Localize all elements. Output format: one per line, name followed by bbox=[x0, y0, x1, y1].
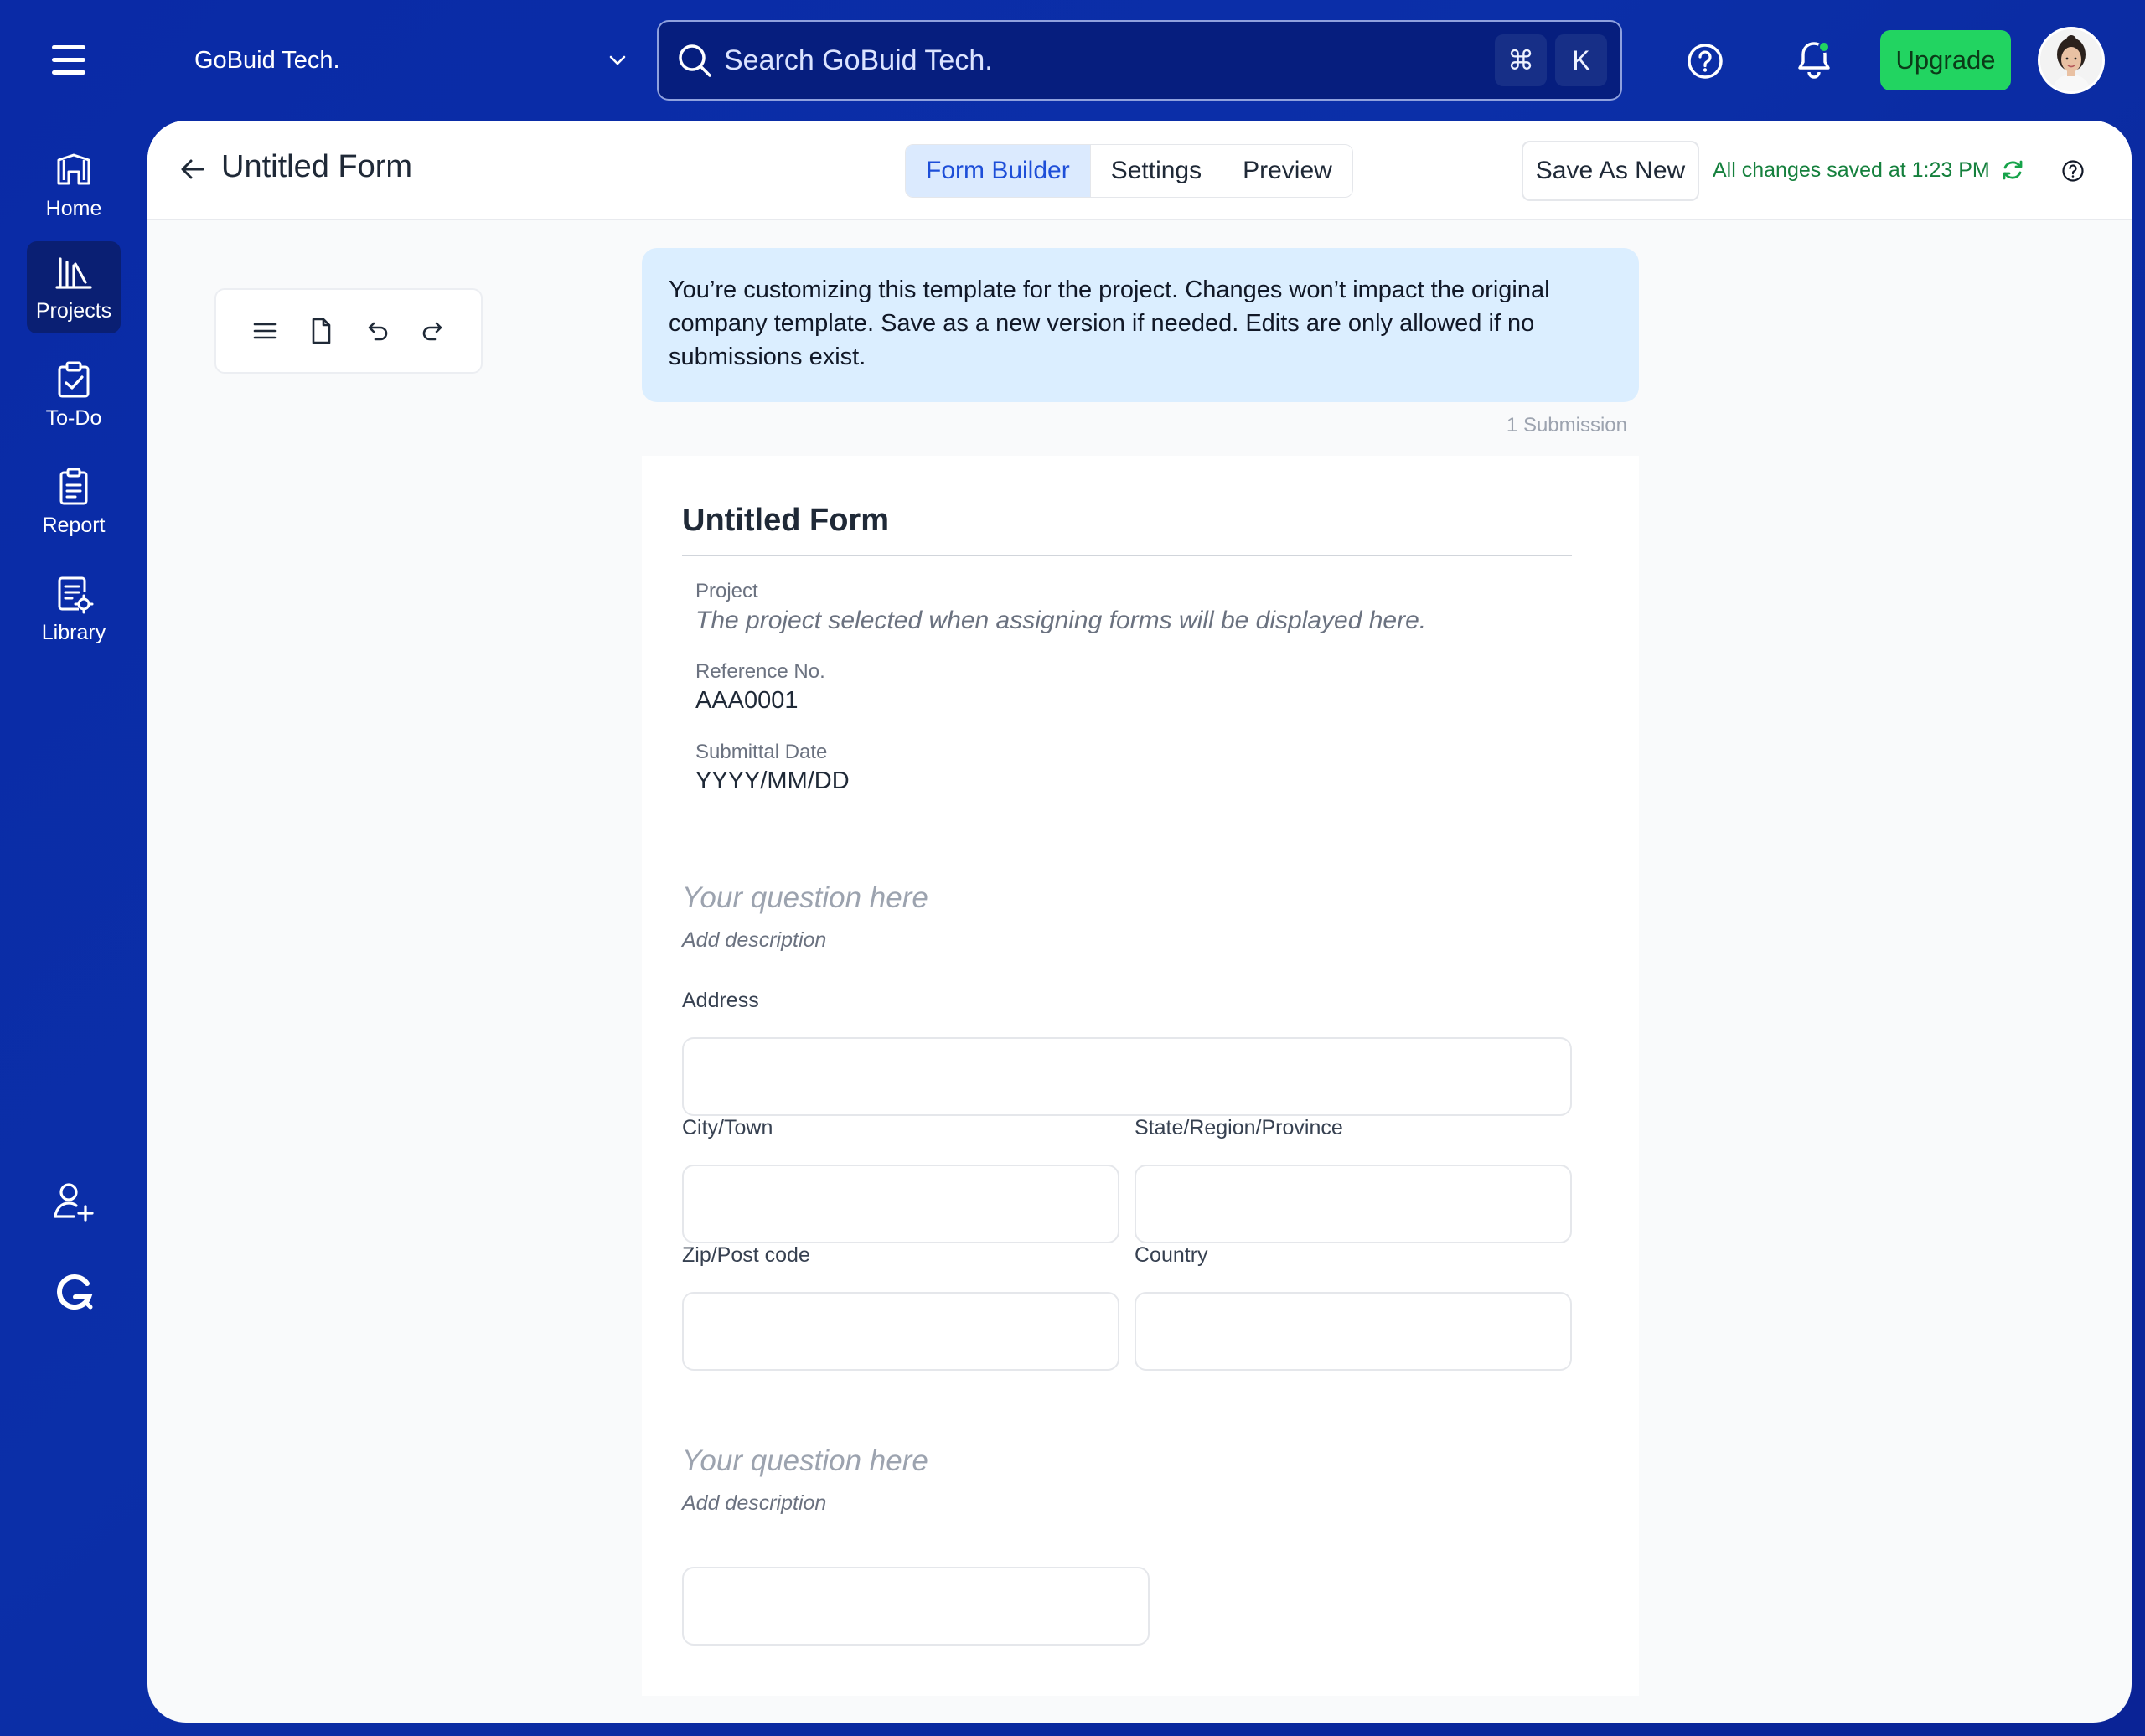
todo-icon bbox=[54, 359, 94, 400]
country-label: Country bbox=[1135, 1243, 1208, 1267]
tab-settings[interactable]: Settings bbox=[1091, 145, 1223, 197]
projects-icon bbox=[54, 252, 94, 292]
search-placeholder: Search GoBuid Tech. bbox=[724, 44, 993, 76]
search-input[interactable]: Search GoBuid Tech. ⌘ K bbox=[657, 20, 1622, 101]
left-navigation: Home Projects To-Do Report Library bbox=[0, 121, 147, 1736]
builder-toolbar bbox=[214, 288, 483, 374]
nav-item-library[interactable]: Library bbox=[27, 563, 121, 655]
country-input[interactable] bbox=[1135, 1292, 1572, 1371]
notification-bell-icon[interactable] bbox=[1793, 39, 1835, 82]
hamburger-menu-icon[interactable] bbox=[50, 42, 96, 79]
nav-item-projects[interactable]: Projects bbox=[27, 241, 121, 333]
save-status: All changes saved at 1:23 PM bbox=[1713, 158, 2025, 183]
question-description[interactable]: Add description bbox=[682, 928, 826, 953]
project-placeholder: The project selected when assigning form… bbox=[695, 607, 1427, 634]
user-avatar[interactable] bbox=[2038, 27, 2105, 94]
report-icon bbox=[54, 467, 94, 507]
project-label: Project bbox=[695, 580, 758, 602]
answer-input[interactable] bbox=[682, 1567, 1150, 1646]
redo-icon[interactable] bbox=[418, 316, 448, 346]
save-as-new-button[interactable]: Save As New bbox=[1522, 141, 1699, 201]
save-status-text: All changes saved at 1:23 PM bbox=[1713, 158, 1990, 182]
organization-name: GoBuid Tech. bbox=[194, 46, 340, 74]
tab-preview[interactable]: Preview bbox=[1222, 145, 1352, 197]
nav-item-label: Library bbox=[41, 620, 106, 644]
reference-value: AAA0001 bbox=[695, 687, 799, 714]
question-description[interactable]: Add description bbox=[682, 1491, 826, 1516]
nav-item-label: To-Do bbox=[45, 406, 102, 430]
help-circle-icon[interactable] bbox=[2061, 159, 2085, 183]
builder-tabs: Form Builder Settings Preview bbox=[905, 144, 1353, 198]
document-icon[interactable] bbox=[306, 316, 336, 346]
zip-label: Zip/Post code bbox=[682, 1243, 810, 1267]
search-icon bbox=[675, 41, 714, 80]
shortcut-k-key: K bbox=[1555, 34, 1607, 86]
state-label: State/Region/Province bbox=[1135, 1116, 1343, 1139]
nav-item-home[interactable]: Home bbox=[27, 139, 121, 231]
city-label: City/Town bbox=[682, 1116, 773, 1139]
nav-item-label: Home bbox=[45, 196, 102, 220]
state-input[interactable] bbox=[1135, 1165, 1572, 1243]
menu-icon[interactable] bbox=[250, 316, 280, 346]
main-panel: Untitled Form Form Builder Settings Prev… bbox=[147, 121, 2132, 1723]
question-title[interactable]: Your question here bbox=[682, 1444, 928, 1478]
undo-icon[interactable] bbox=[362, 316, 392, 346]
nav-item-label: Projects bbox=[35, 298, 112, 323]
tab-form-builder[interactable]: Form Builder bbox=[906, 145, 1091, 197]
address-label: Address bbox=[682, 989, 759, 1012]
refresh-icon[interactable] bbox=[2000, 158, 2025, 183]
form-title-divider bbox=[682, 555, 1572, 556]
submittal-date-value: YYYY/MM/DD bbox=[695, 767, 850, 794]
form-header: Untitled Form Form Builder Settings Prev… bbox=[147, 121, 2132, 220]
upgrade-button[interactable]: Upgrade bbox=[1880, 30, 2011, 90]
form-canvas: Untitled Form Project The project select… bbox=[642, 456, 1639, 1696]
nav-item-label: Report bbox=[42, 513, 106, 537]
submittal-date-label: Submittal Date bbox=[695, 741, 828, 763]
home-icon bbox=[54, 150, 94, 190]
reference-label: Reference No. bbox=[695, 660, 825, 683]
gobuild-logo-icon[interactable] bbox=[52, 1272, 96, 1315]
zip-input[interactable] bbox=[682, 1292, 1119, 1371]
city-input[interactable] bbox=[682, 1165, 1119, 1243]
nav-item-report[interactable]: Report bbox=[27, 456, 121, 548]
library-icon bbox=[54, 574, 94, 614]
chevron-down-icon bbox=[605, 48, 630, 73]
shortcut-command-key: ⌘ bbox=[1495, 34, 1547, 86]
help-icon[interactable] bbox=[1686, 42, 1724, 80]
template-info-banner: You’re customizing this template for the… bbox=[642, 248, 1639, 402]
form-title[interactable]: Untitled Form bbox=[682, 503, 889, 539]
page-title: Untitled Form bbox=[221, 149, 413, 184]
question-title[interactable]: Your question here bbox=[682, 881, 928, 915]
nav-item-todo[interactable]: To-Do bbox=[27, 349, 121, 441]
add-user-icon[interactable] bbox=[52, 1180, 96, 1223]
top-bar: GoBuid Tech. Search GoBuid Tech. ⌘ K Upg… bbox=[0, 0, 2145, 121]
back-arrow-icon[interactable] bbox=[176, 152, 209, 186]
organization-selector[interactable]: GoBuid Tech. bbox=[194, 34, 630, 87]
address-input[interactable] bbox=[682, 1037, 1572, 1116]
submission-count: 1 Submission bbox=[1506, 414, 1627, 437]
